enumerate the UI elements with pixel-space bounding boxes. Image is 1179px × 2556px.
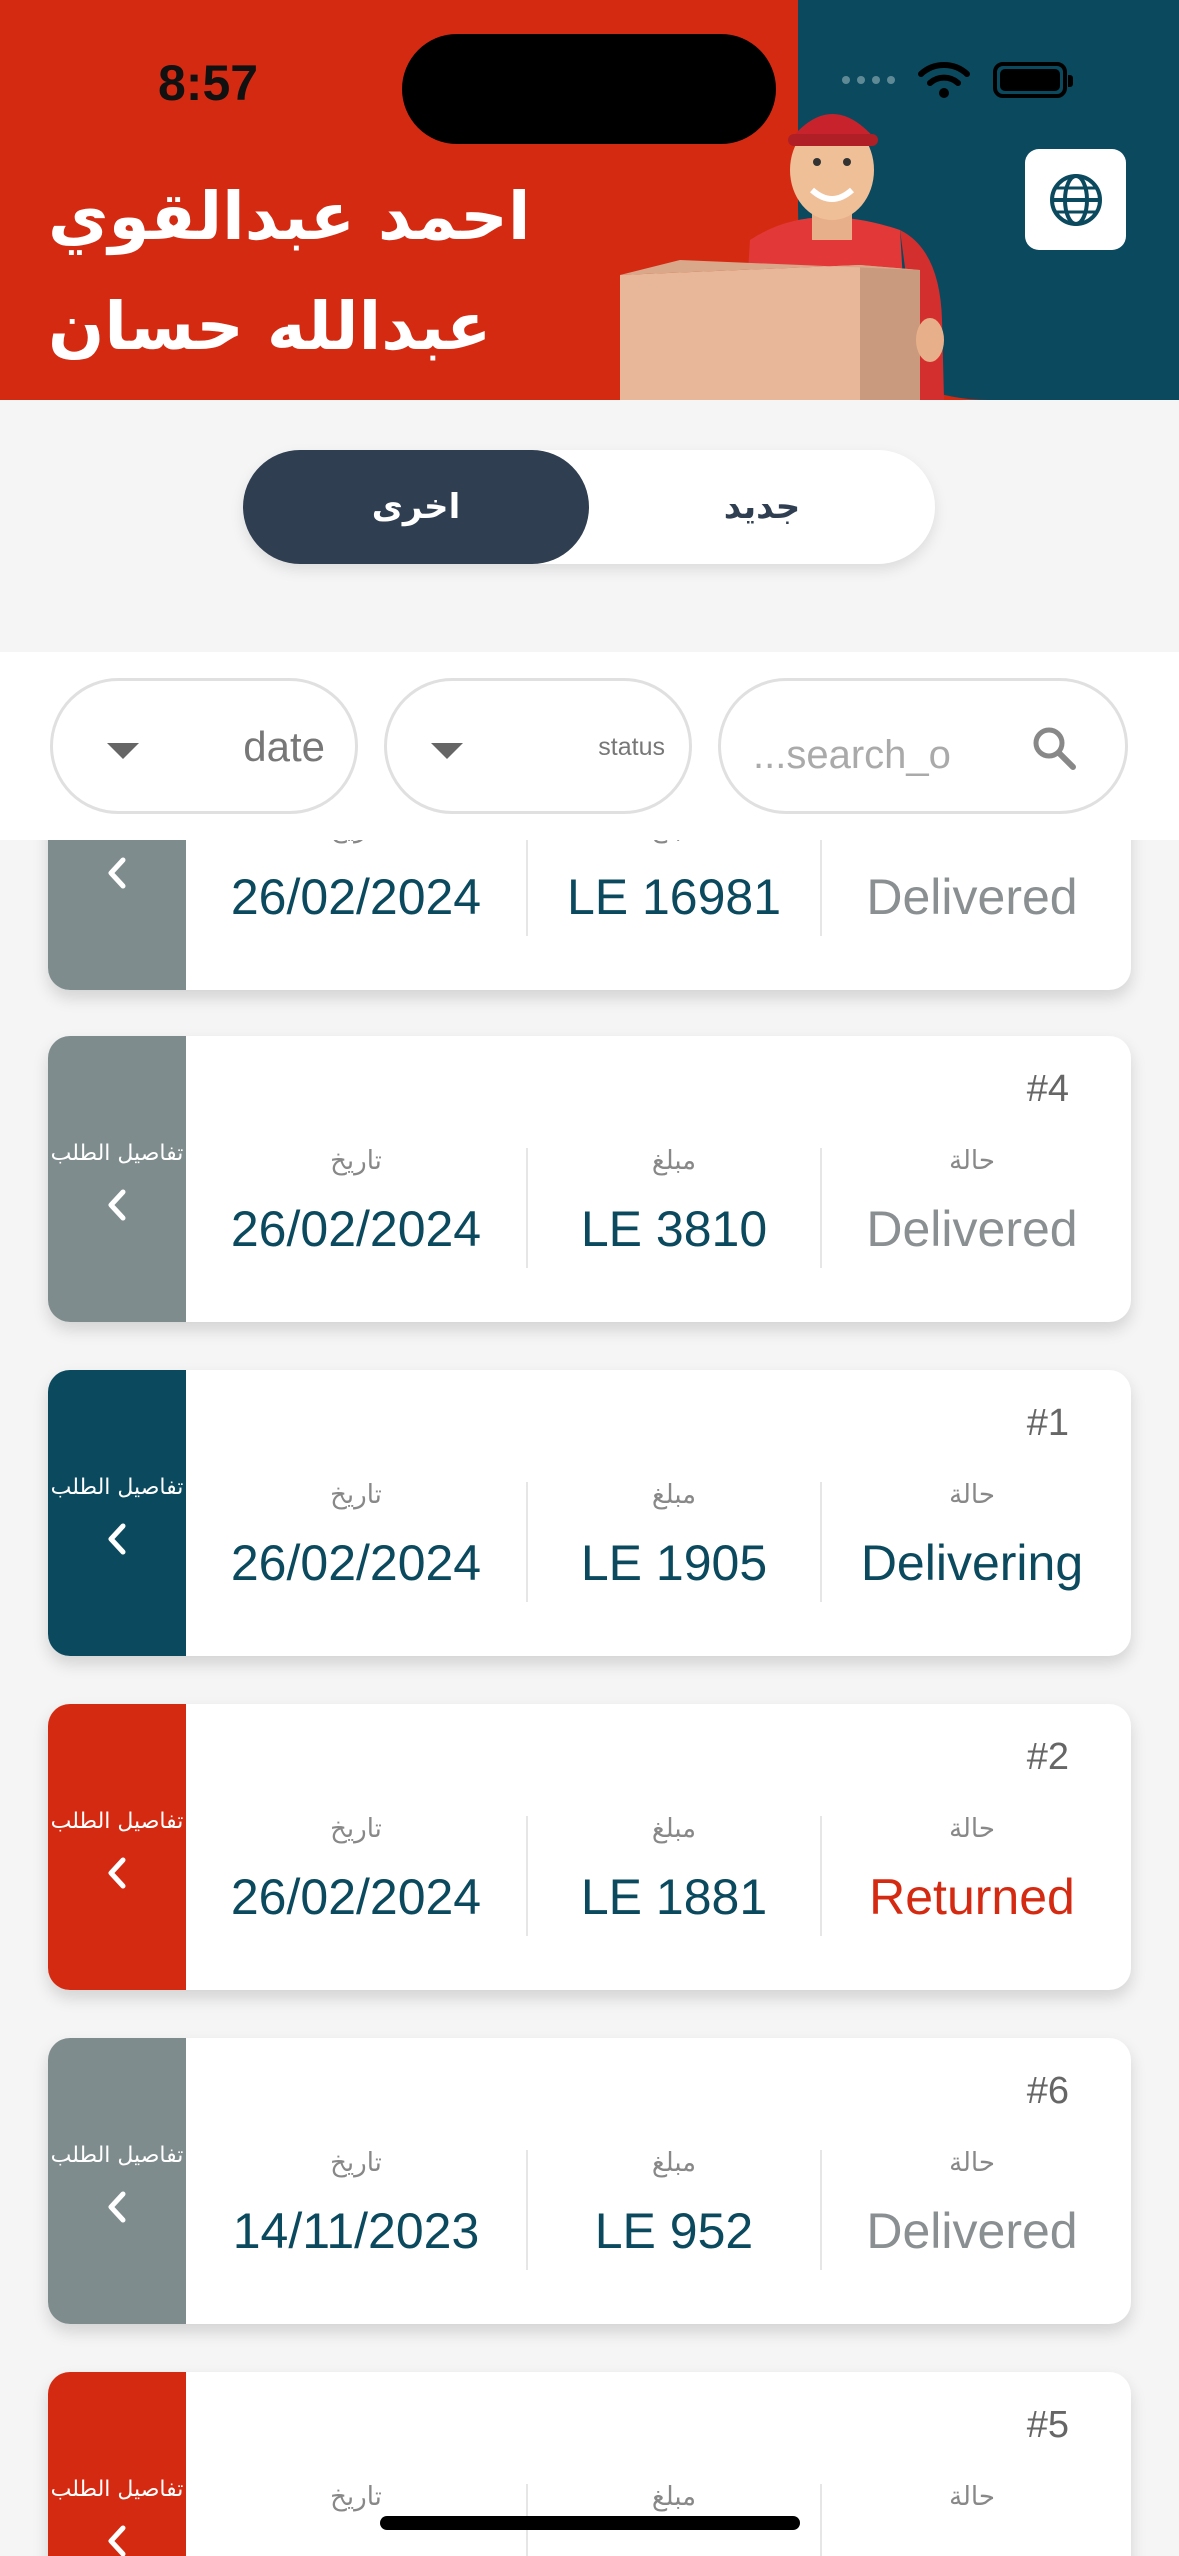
order-number: #6 — [1026, 2070, 1069, 2112]
date-value: 14/11/2023 — [232, 2203, 480, 2259]
amount-label: مبلغ — [528, 840, 820, 854]
chevron-left-icon — [108, 2525, 126, 2556]
amount-label: مبلغ — [651, 1480, 697, 1510]
order-card: تفاصيل الطلب #1 تاريخ 26/02/2024 مبلغ LE 1… — [48, 1370, 1131, 1656]
status-label: حالة — [949, 2148, 995, 2178]
order-status: حالة Delivering — [822, 1480, 1122, 1592]
caret-down-icon — [431, 743, 463, 759]
status-label: حالة — [822, 840, 1122, 854]
chevron-left-icon — [108, 1189, 126, 1221]
date-label: تاريخ — [330, 2148, 382, 2178]
filters-bar: date status ...search_o — [0, 652, 1179, 840]
battery-icon — [993, 62, 1073, 98]
orders-list: تفاصيل الطلب تاريخ 26/02/2024 مبلغ LE 1698… — [0, 840, 1179, 2556]
details-label: تفاصيل الطلب — [50, 1141, 184, 1166]
order-status: حالة Delivered — [822, 1146, 1122, 1258]
order-type-toggle: اخرى جديد — [243, 450, 935, 564]
globe-icon — [1049, 173, 1102, 226]
status-value: Delivered — [866, 1201, 1078, 1257]
status-time: 8:57 — [158, 55, 259, 111]
order-date: تاريخ 26/02/2024 — [186, 1146, 526, 1258]
amount-label: مبلغ — [651, 2148, 697, 2178]
amount-value: LE 1881 — [580, 1869, 768, 1925]
caret-down-icon — [107, 743, 139, 759]
amount-value: LE 3810 — [580, 1201, 768, 1257]
language-button[interactable] — [1025, 149, 1126, 250]
date-label: تاريخ — [330, 1480, 382, 1510]
status-label: حالة — [949, 1814, 995, 1844]
details-label: تفاصيل الطلب — [50, 2143, 184, 2168]
date-label: تاريخ — [186, 840, 526, 854]
order-status: حالة Delivered — [822, 2148, 1122, 2260]
dynamic-island — [402, 34, 776, 144]
order-card: تفاصيل الطلب #4 تاريخ 26/02/2024 مبلغ LE 3… — [48, 1036, 1131, 1322]
header: 8:57 احمد عبدالقوي عبدالله حسان — [0, 0, 1179, 400]
amount-value: LE 1905 — [580, 1535, 768, 1591]
status-value: Delivered — [866, 2203, 1078, 2259]
status-label: حالة — [949, 1146, 995, 1176]
search-icon — [1033, 727, 1076, 770]
status-filter-dropdown[interactable]: status — [384, 678, 692, 814]
home-indicator — [380, 2516, 800, 2530]
order-amount: مبلغ LE 952 — [528, 2148, 820, 2260]
wifi-icon — [918, 62, 970, 98]
status-filter-label: status — [598, 733, 665, 761]
user-name: احمد عبدالقوي عبدالله حسان — [48, 178, 531, 365]
status-value: Delivered — [866, 869, 1078, 925]
details-label: تفاصيل الطلب — [50, 1809, 184, 1834]
date-value: 26/02/2024 — [230, 1201, 482, 1257]
date-value: 26/02/2024 — [230, 1535, 482, 1591]
chevron-left-icon — [108, 1857, 126, 1889]
order-date: تاريخ 14/11/2023 — [186, 2148, 526, 2260]
order-details-button[interactable]: تفاصيل الطلب — [48, 1370, 186, 1656]
date-value: 26/02/2024 — [230, 869, 482, 925]
order-details-button[interactable]: تفاصيل الطلب — [48, 2038, 186, 2324]
tab-new[interactable]: جديد — [589, 450, 935, 564]
date-filter-dropdown[interactable]: date — [50, 678, 358, 814]
order-date: تاريخ 26/02/2024 — [186, 1480, 526, 1592]
status-label: حالة — [949, 1480, 995, 1510]
date-label: تاريخ — [330, 1814, 382, 1844]
order-number: #5 — [1026, 2404, 1069, 2446]
date-label: تاريخ — [330, 1146, 382, 1176]
order-date: تاريخ 26/02/2024 — [186, 1814, 526, 1926]
date-filter-label: date — [243, 723, 325, 770]
search-input[interactable]: ...search_o — [718, 678, 1128, 814]
order-amount: مبلغ LE 3810 — [528, 1146, 820, 1258]
order-status: حالة — [822, 2482, 1122, 2536]
order-details-button[interactable]: تفاصيل الطلب — [48, 1036, 186, 1322]
date-value: 26/02/2024 — [230, 1869, 482, 1925]
status-icons — [842, 60, 1073, 100]
search-placeholder: ...search_o — [753, 733, 951, 777]
details-label: تفاصيل الطلب — [50, 1475, 184, 1500]
order-number: #4 — [1026, 1068, 1069, 1110]
order-amount: مبلغ LE 1905 — [528, 1480, 820, 1592]
order-details-button[interactable]: تفاصيل الطلب — [48, 1704, 186, 1990]
status-value: Returned — [869, 1869, 1075, 1925]
amount-label: مبلغ — [651, 1814, 697, 1844]
details-label: تفاصيل الطلب — [50, 2477, 184, 2502]
order-amount: مبلغ LE 1881 — [528, 1814, 820, 1926]
order-date: تاريخ 26/02/2024 — [186, 840, 526, 926]
order-details-button[interactable]: تفاصيل الطلب — [48, 2372, 186, 2556]
order-status: حالة Returned — [822, 1814, 1122, 1926]
chevron-left-icon — [108, 857, 126, 889]
order-number: #2 — [1026, 1736, 1069, 1778]
amount-value: LE 16981 — [566, 869, 782, 925]
order-card: تفاصيل الطلب #2 تاريخ 26/02/2024 مبلغ LE 1… — [48, 1704, 1131, 1990]
order-details-button[interactable]: تفاصيل الطلب — [48, 840, 186, 990]
signal-icon — [842, 76, 895, 84]
order-amount: مبلغ LE 16981 — [528, 840, 820, 926]
tab-other[interactable]: اخرى — [243, 450, 589, 564]
status-value: Delivering — [860, 1535, 1084, 1591]
status-label: حالة — [949, 2482, 995, 2512]
chevron-left-icon — [108, 2191, 126, 2223]
order-card: تفاصيل الطلب تاريخ 26/02/2024 مبلغ LE 1698… — [48, 840, 1131, 990]
order-status: حالة Delivered — [822, 840, 1122, 926]
chevron-left-icon — [108, 1523, 126, 1555]
amount-value: LE 952 — [594, 2203, 754, 2259]
amount-label: مبلغ — [651, 1146, 697, 1176]
order-card: تفاصيل الطلب #6 تاريخ 14/11/2023 مبلغ LE 9… — [48, 2038, 1131, 2324]
order-number: #1 — [1026, 1402, 1069, 1444]
